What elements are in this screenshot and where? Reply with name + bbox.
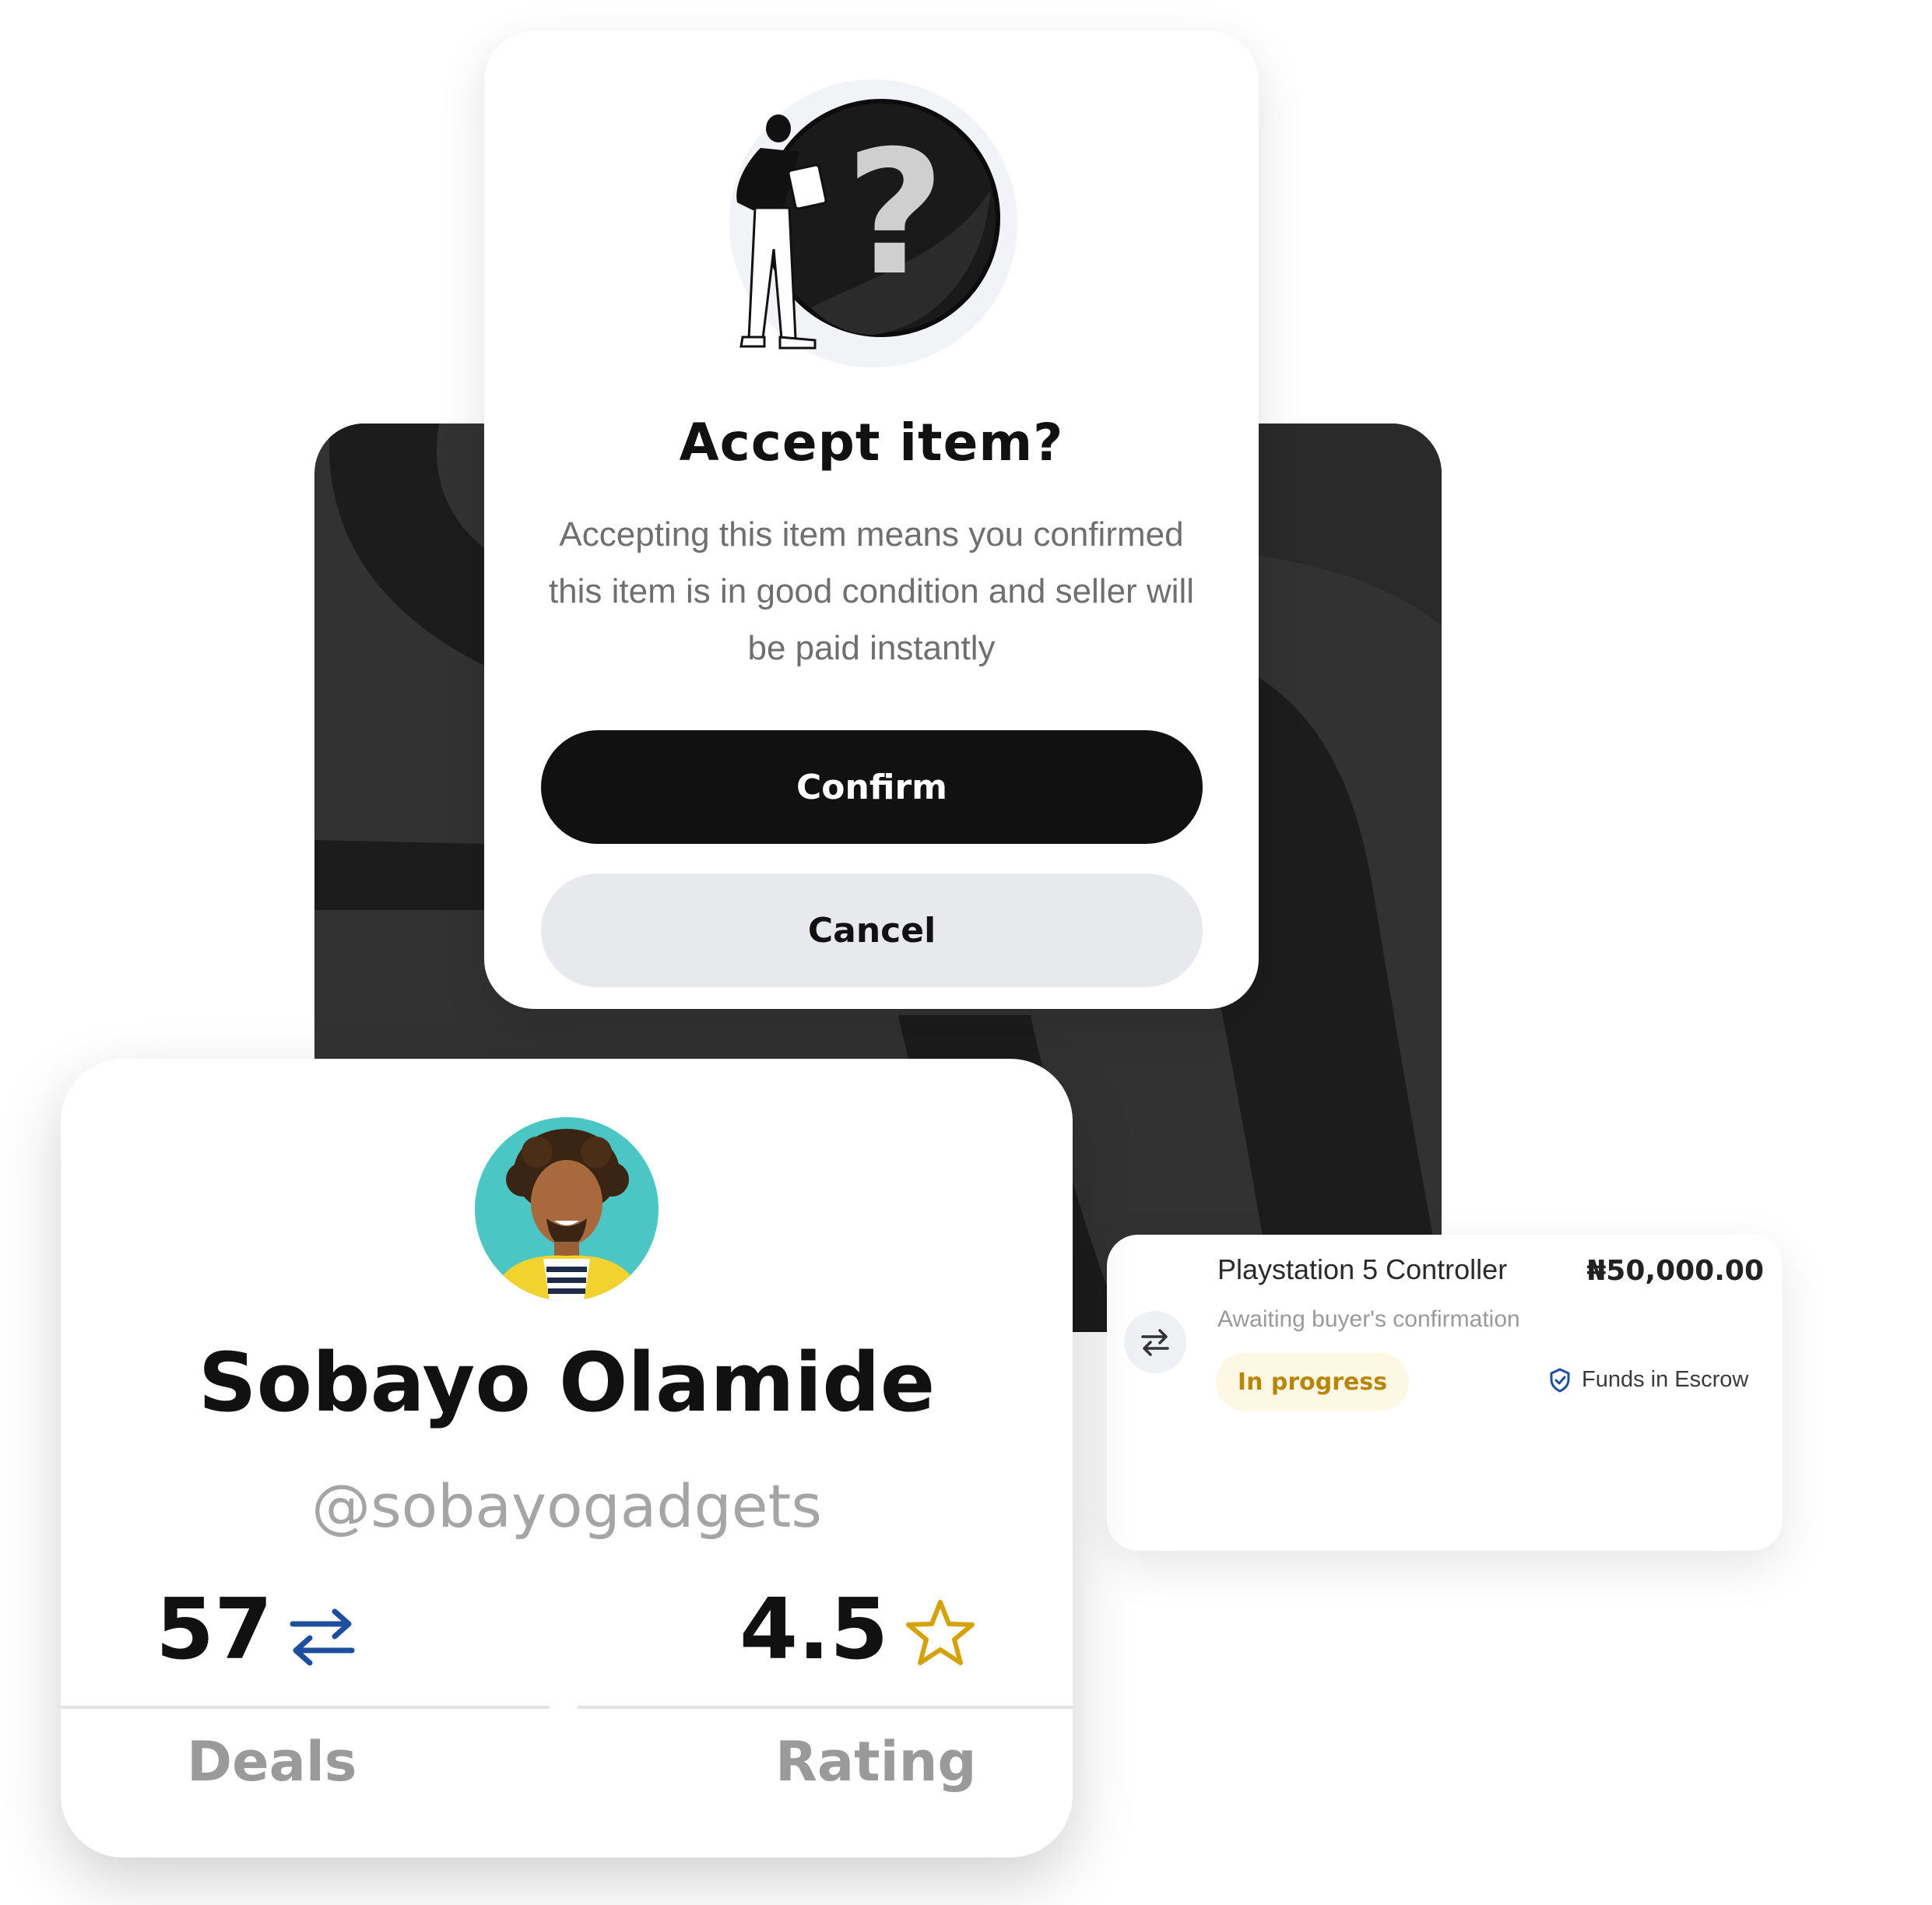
modal-title: Accept item? [679,413,1064,473]
profile-card: Sobayo Olamide @sobayogadgets 57 Deals 4… [61,1059,1073,1858]
deals-count: 57 [156,1581,273,1678]
status-badge: In progress [1216,1353,1409,1411]
composition: ? Accept item? Accepting this item means… [0,0,1932,1905]
transaction-status-text: Awaiting buyer's confirmation [1217,1306,1520,1332]
modal-description: Accepting this item means you confirmed … [548,515,1195,667]
transaction-amount: ₦50,000.00 [1586,1255,1764,1287]
question-mark-icon: ? [729,79,1017,367]
star-icon [906,1600,975,1665]
escrow-label: Funds in Escrow [1582,1367,1749,1392]
rating-divider [578,1706,1073,1709]
avatar-photo [475,1117,659,1301]
profile-name: Sobayo Olamide [198,1335,936,1430]
profile-handle: @sobayogadgets [311,1471,822,1541]
transaction-swap-icon [1124,1311,1186,1373]
confirm-button[interactable]: Confirm [541,730,1203,844]
swap-arrows-icon [290,1608,355,1666]
deals-label: Deals [187,1730,357,1794]
rating-value: 4.5 [739,1581,889,1678]
transaction-card[interactable]: Playstation 5 Controller ₦50,000.00 Awai… [1107,1235,1783,1551]
question-illustration: ? [718,74,1025,381]
avatar[interactable] [475,1117,659,1301]
transaction-title: Playstation 5 Controller [1217,1253,1508,1285]
rating-label: Rating [775,1730,977,1794]
cancel-button[interactable]: Cancel [541,873,1203,987]
svg-text:?: ? [845,114,945,313]
shield-check-icon [1550,1368,1570,1392]
accept-item-modal: ? Accept item? Accepting this item means… [484,31,1259,1009]
escrow-indicator: Funds in Escrow [1549,1367,1748,1393]
swap-arrows-icon [1141,1329,1169,1356]
deals-divider [61,1706,550,1709]
